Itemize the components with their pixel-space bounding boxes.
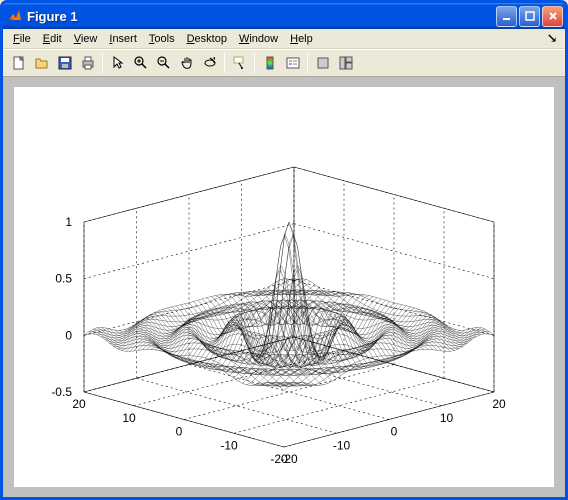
titlebar[interactable]: Figure 1 [3,3,565,29]
dock-icon[interactable]: ↘ [547,31,561,46]
svg-text:-20: -20 [270,452,288,466]
menubar: File Edit View Insert Tools Desktop Wind… [3,29,565,49]
svg-text:0.5: 0.5 [55,272,72,286]
svg-text:0: 0 [176,425,183,439]
menu-view[interactable]: View [68,31,104,47]
svg-text:0: 0 [391,425,398,439]
figure-window: Figure 1 File Edit View Insert Tools Des… [0,0,568,500]
zoom-in-button[interactable] [129,52,152,74]
legend-button[interactable] [281,52,304,74]
new-figure-button[interactable] [7,52,30,74]
menu-tools[interactable]: Tools [143,31,181,47]
open-file-button[interactable] [30,52,53,74]
colorbar-button[interactable] [258,52,281,74]
rotate3d-button[interactable] [198,52,221,74]
figure-canvas[interactable]: -0.500.51-20-1001020-20-1001020 [3,77,565,497]
menu-window[interactable]: Window [233,31,284,47]
menu-insert[interactable]: Insert [103,31,143,47]
pointer-button[interactable] [106,52,129,74]
svg-text:10: 10 [122,411,136,425]
menu-help[interactable]: Help [284,31,319,47]
datacursor-button[interactable] [228,52,251,74]
pan-button[interactable] [175,52,198,74]
svg-text:-0.5: -0.5 [51,385,72,399]
svg-text:1: 1 [65,215,72,229]
svg-text:10: 10 [440,411,454,425]
save-button[interactable] [53,52,76,74]
menu-desktop[interactable]: Desktop [181,31,233,47]
show-plot-tools-button[interactable] [334,52,357,74]
menu-file[interactable]: File [7,31,37,47]
print-button[interactable] [76,52,99,74]
svg-text:20: 20 [72,397,86,411]
zoom-out-button[interactable] [152,52,175,74]
svg-text:0: 0 [65,328,72,342]
toolbar [3,49,565,77]
axes-3d[interactable]: -0.500.51-20-1001020-20-1001020 [14,87,554,487]
svg-text:-10: -10 [333,438,351,452]
menu-edit[interactable]: Edit [37,31,68,47]
window-title: Figure 1 [27,9,496,24]
close-button[interactable] [542,6,563,27]
matlab-icon [7,8,23,24]
svg-text:-10: -10 [220,438,238,452]
minimize-button[interactable] [496,6,517,27]
svg-text:20: 20 [492,397,506,411]
maximize-button[interactable] [519,6,540,27]
hide-plot-tools-button[interactable] [311,52,334,74]
